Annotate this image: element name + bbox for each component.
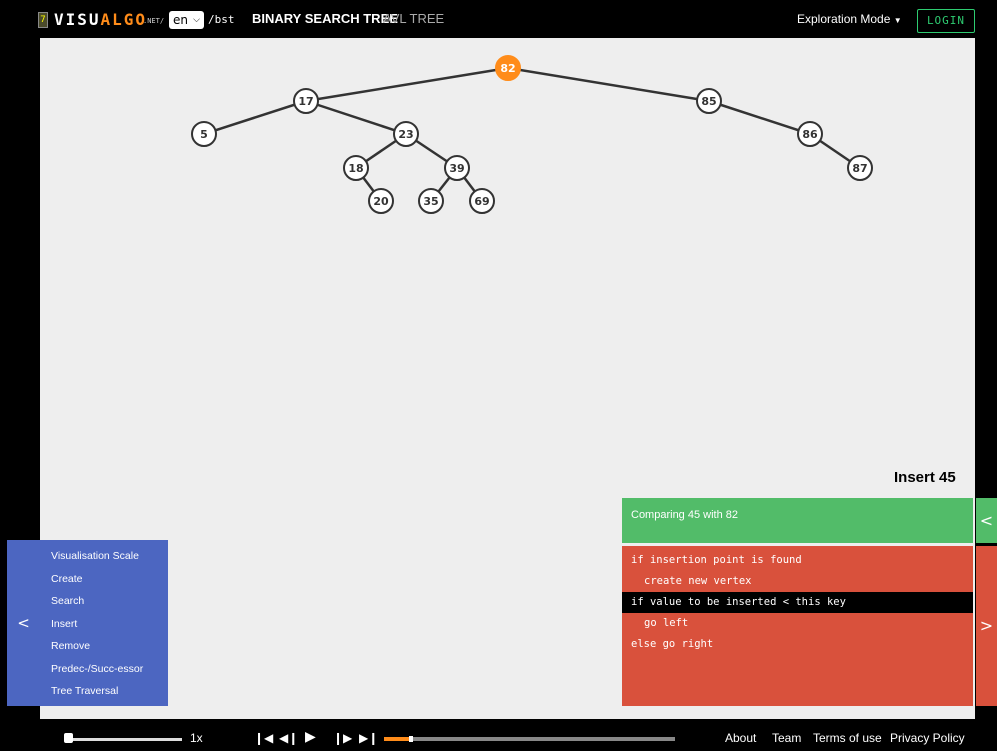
tree-edge-82-17: [305, 66, 509, 103]
speed-slider-track[interactable]: [67, 738, 182, 741]
language-select[interactable]: en ⌵: [169, 11, 204, 29]
chevron-down-icon: ⌵: [193, 15, 200, 25]
logo-slash: /: [159, 17, 165, 25]
previous-step-button[interactable]: ◀︎❙: [279, 731, 298, 745]
speed-slider-handle[interactable]: [64, 733, 73, 743]
code-line-3-active: if value to be inserted < this key: [622, 592, 973, 613]
tree-node-label: 87: [852, 162, 867, 175]
tree-edge-17-5: [203, 99, 307, 136]
logo-net-label: .NET/: [143, 17, 164, 25]
tree-node-85[interactable]: 85: [696, 88, 722, 114]
tree-node-39[interactable]: 39: [444, 155, 470, 181]
tree-node-label: 35: [423, 195, 438, 208]
code-line-2: create new vertex: [644, 575, 752, 587]
tree-node-20[interactable]: 20: [368, 188, 394, 214]
tree-edge-17-23: [305, 99, 407, 136]
tree-edge-82-85: [507, 66, 710, 103]
tree-node-label: 69: [474, 195, 489, 208]
url-path: /bst: [208, 13, 235, 26]
pseudocode-panel: if insertion point is found create new v…: [622, 546, 973, 706]
tree-node-69[interactable]: 69: [469, 188, 495, 214]
status-panel: Comparing 45 with 82: [622, 498, 973, 543]
chevron-left-icon: <: [979, 511, 994, 530]
tree-node-17[interactable]: 17: [293, 88, 319, 114]
mode-dropdown[interactable]: Exploration Mode ▼: [797, 12, 902, 26]
caret-down-icon: ▼: [893, 16, 902, 25]
logo-text-part1: VISU: [54, 10, 101, 29]
operation-title: Insert 45: [894, 469, 956, 486]
tree-node-label: 5: [200, 128, 208, 141]
tree-node-18[interactable]: 18: [343, 155, 369, 181]
tree-node-87[interactable]: 87: [847, 155, 873, 181]
tree-node-label: 17: [298, 95, 313, 108]
progress-fill: [384, 737, 411, 741]
tree-node-label: 23: [398, 128, 413, 141]
menu-item-visualisation-scale[interactable]: Visualisation Scale: [40, 545, 168, 568]
tree-edge-85-86: [708, 99, 811, 136]
skip-back-icon: ❙◀︎: [254, 731, 274, 745]
tree-node-label: 82: [500, 62, 515, 75]
menu-item-search[interactable]: Search: [40, 590, 168, 613]
chevron-right-icon: >: [979, 616, 994, 635]
about-link[interactable]: About: [725, 731, 756, 745]
tree-node-86[interactable]: 86: [797, 121, 823, 147]
privacy-policy-link[interactable]: Privacy Policy: [890, 731, 965, 745]
status-toggle-button[interactable]: <: [976, 498, 997, 543]
terms-of-use-link[interactable]: Terms of use: [813, 731, 882, 745]
tab-binary-search-tree[interactable]: BINARY SEARCH TREE: [252, 11, 398, 26]
menu-item-tree-traversal[interactable]: Tree Traversal: [40, 680, 168, 703]
progress-handle[interactable]: [409, 736, 413, 742]
tree-node-23[interactable]: 23: [393, 121, 419, 147]
code-line-5: else go right: [631, 638, 714, 650]
go-to-end-button[interactable]: ▶︎❙: [359, 731, 378, 745]
play-button[interactable]: ▶︎: [305, 730, 316, 744]
speed-label: 1x: [190, 731, 203, 745]
mode-label: Exploration Mode: [797, 12, 891, 26]
tree-node-label: 18: [348, 162, 363, 175]
menu-item-remove[interactable]: Remove: [40, 635, 168, 658]
chevron-left-icon: <: [17, 614, 30, 632]
step-forward-icon: ❙▶︎: [333, 731, 353, 745]
status-text: Comparing 45 with 82: [631, 509, 739, 521]
tree-node-82[interactable]: 82: [495, 55, 521, 81]
step-back-icon: ◀︎❙: [279, 731, 299, 745]
next-step-button[interactable]: ❙▶︎: [333, 731, 352, 745]
actions-toggle-button[interactable]: <: [7, 540, 40, 706]
language-value: en: [173, 13, 188, 27]
tree-node-5[interactable]: 5: [191, 121, 217, 147]
code-toggle-button[interactable]: >: [976, 546, 997, 706]
logo-mark-icon: 7: [38, 12, 48, 28]
visualgo-logo[interactable]: VISUALGO: [54, 10, 147, 29]
code-line-1: if insertion point is found: [631, 554, 802, 566]
tree-node-label: 86: [802, 128, 818, 141]
menu-item-create[interactable]: Create: [40, 568, 168, 591]
tree-node-label: 85: [701, 95, 716, 108]
logo-text-part2: ALGO: [100, 10, 148, 29]
menu-item-insert[interactable]: Insert: [40, 613, 168, 636]
tree-node-35[interactable]: 35: [418, 188, 444, 214]
code-line-4: go left: [644, 617, 689, 629]
tree-node-label: 39: [449, 162, 464, 175]
progress-bar[interactable]: [384, 737, 675, 741]
login-button[interactable]: LOGIN: [917, 9, 975, 33]
team-link[interactable]: Team: [772, 731, 801, 745]
skip-forward-icon: ▶︎❙: [359, 731, 379, 745]
play-icon: ▶︎: [305, 729, 316, 745]
logo-net-text: .NET: [143, 17, 160, 25]
actions-menu: Visualisation Scale Create Search Insert…: [40, 540, 168, 706]
menu-item-predecessor-successor[interactable]: Predec-/Succ-essor: [40, 658, 168, 681]
tree-node-label: 20: [373, 195, 389, 208]
tab-avl-tree[interactable]: AVL TREE: [383, 11, 444, 26]
go-to-beginning-button[interactable]: ❙◀︎: [254, 731, 273, 745]
